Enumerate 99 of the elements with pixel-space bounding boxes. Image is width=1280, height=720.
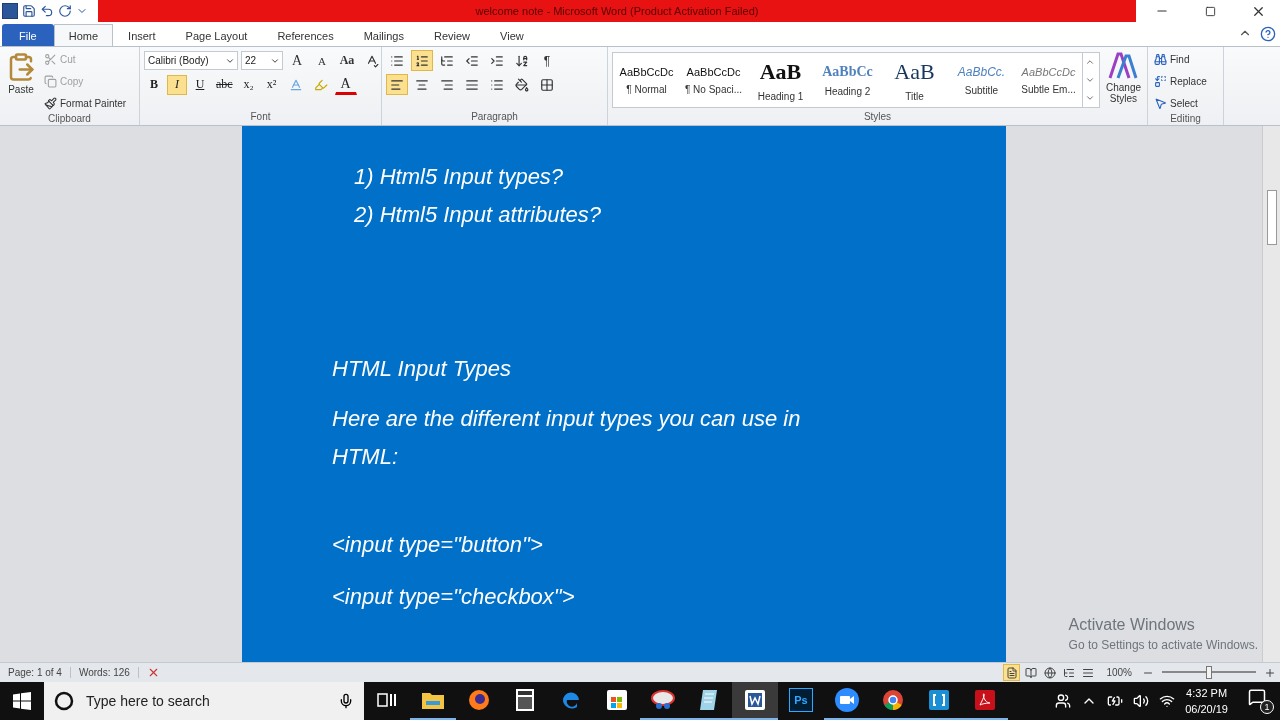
ribbon-tab[interactable]: Mailings [348, 24, 419, 46]
undo-icon[interactable] [40, 4, 54, 18]
pointer-icon [1154, 97, 1167, 110]
zoom-in-icon[interactable] [1264, 666, 1276, 679]
photoshop-label: Ps [789, 688, 813, 712]
zoom-thumb[interactable] [1206, 666, 1212, 679]
format-button[interactable]: B [144, 74, 164, 95]
ribbon-tab[interactable]: View [485, 24, 539, 46]
document-text: Here are the different input types you can use in HTML: [332, 405, 802, 471]
save-icon[interactable] [22, 4, 36, 18]
view-icon [1024, 666, 1037, 679]
search-bar[interactable]: Type here to search [44, 682, 364, 720]
binoculars-icon [1154, 53, 1167, 66]
show-marks-button[interactable]: ¶ [536, 50, 558, 71]
microphone-icon[interactable] [338, 693, 354, 709]
font-name-field[interactable]: Calibri (Body) [144, 51, 238, 70]
group-label: Font [249, 111, 272, 124]
vertical-scrollbar[interactable] [1262, 126, 1280, 662]
shrink-font-button[interactable]: A [311, 50, 333, 71]
brackets-icon [927, 688, 951, 712]
calculator-icon [515, 688, 535, 712]
format-button[interactable]: U [190, 74, 210, 95]
search-field[interactable]: Type here to search [84, 692, 328, 710]
view-icon [1081, 666, 1094, 679]
format-button[interactable]: x₂ [238, 74, 259, 95]
numbering-icon[interactable] [411, 50, 433, 71]
ribbon-tab[interactable]: Review [419, 24, 486, 46]
style-item[interactable]: AaBbCcDc Subtle Em... [1015, 53, 1082, 107]
view-icon [1043, 666, 1056, 679]
style-item[interactable]: AaBbCc Heading 2 [814, 53, 881, 107]
activation-hint: Go to Settings to activate Windows. [1068, 638, 1258, 652]
style-item[interactable]: AaB Title [881, 53, 948, 107]
copy-icon [44, 75, 57, 88]
replace-icon [1154, 75, 1167, 88]
volume-icon[interactable] [1133, 693, 1150, 709]
window-title: welcome note - Microsoft Word (Product Activation Failed) [475, 5, 759, 17]
ribbon-tab[interactable]: Page Layout [170, 24, 263, 46]
style-item[interactable]: AaBbCc. Subtitle [948, 53, 1015, 107]
clipboard-button[interactable]: Format Painter [42, 94, 129, 113]
change-styles-button[interactable]: Change Styles [1103, 50, 1143, 111]
document-text: 2) Html5 Input attributes? [353, 201, 602, 229]
editing-button[interactable]: Select [1152, 94, 1209, 113]
align-icon[interactable] [386, 74, 408, 95]
letters-a-icon [1108, 52, 1139, 80]
format-button[interactable]: I [167, 74, 187, 95]
people-icon[interactable] [1055, 693, 1072, 709]
brush-icon [44, 97, 57, 110]
acrobat-icon [973, 688, 997, 712]
battery-icon[interactable] [1107, 693, 1124, 709]
word-count[interactable]: Words: 126 [70, 667, 139, 678]
group-label: Paragraph [470, 111, 519, 124]
camera-icon [834, 687, 860, 713]
ribbon-tab[interactable]: Insert [113, 24, 171, 46]
ribbon-tab[interactable]: Home [53, 24, 114, 46]
task-view-icon [376, 690, 398, 710]
notepad-icon [698, 688, 720, 712]
grow-font-button[interactable]: A [286, 50, 308, 71]
paste-button[interactable]: Paste [4, 50, 38, 113]
document-text: <input type="checkbox"> [332, 583, 576, 611]
format-button[interactable]: abc [213, 74, 236, 95]
group-label: Styles [862, 111, 893, 124]
font-color-button[interactable]: A [334, 74, 357, 95]
document-text: 1) Html5 Input types? [353, 163, 565, 191]
view-icon [1005, 666, 1018, 679]
clock[interactable]: 4:32 PM 06/20/19 [1185, 685, 1228, 717]
style-item[interactable]: AaBbCcDc ¶ Normal [613, 53, 680, 107]
group-label: Editing [1169, 113, 1202, 125]
editing-button[interactable]: Replace [1152, 72, 1209, 91]
word-icon [743, 688, 767, 712]
ribbon-tab[interactable]: File [2, 24, 54, 46]
group-label: Clipboard [47, 113, 92, 125]
format-button[interactable]: x² [261, 74, 282, 95]
chrome-icon [881, 688, 905, 712]
redo-icon[interactable] [58, 4, 72, 18]
taskbar-app-button[interactable]: Ps [778, 682, 824, 720]
view-button[interactable] [1041, 664, 1059, 681]
windows-logo-icon [13, 692, 31, 710]
style-item[interactable]: AaB Heading 1 [747, 53, 814, 107]
globe-fox-icon [467, 688, 491, 712]
restore-icon [1204, 5, 1216, 17]
ribbon-tab[interactable]: References [262, 24, 349, 46]
document-text: <input type="button"> [332, 531, 544, 559]
taskbar-app-button[interactable] [732, 682, 778, 720]
store-icon [605, 688, 629, 712]
change-case-button[interactable]: Aa [336, 50, 358, 71]
notifications-button[interactable]: 1 [1248, 688, 1274, 714]
style-item[interactable]: AaBbCcDc ¶ No Spaci... [680, 53, 747, 107]
editing-button[interactable]: Find [1152, 50, 1209, 69]
view-button[interactable] [1003, 664, 1021, 681]
help-icon[interactable] [1260, 26, 1276, 42]
chat-icon [1248, 688, 1266, 706]
zoom-level[interactable]: 100% [1106, 667, 1132, 678]
search-icon [54, 691, 74, 711]
activation-title: Activate Windows [1068, 616, 1196, 634]
page-count[interactable]: Page: 1 of 4 [0, 667, 71, 678]
wifi-icon[interactable] [1159, 693, 1176, 709]
document-text: HTML Input Types [332, 355, 512, 383]
font-size-field[interactable]: 22 [241, 51, 283, 70]
view-icon [1062, 666, 1075, 679]
